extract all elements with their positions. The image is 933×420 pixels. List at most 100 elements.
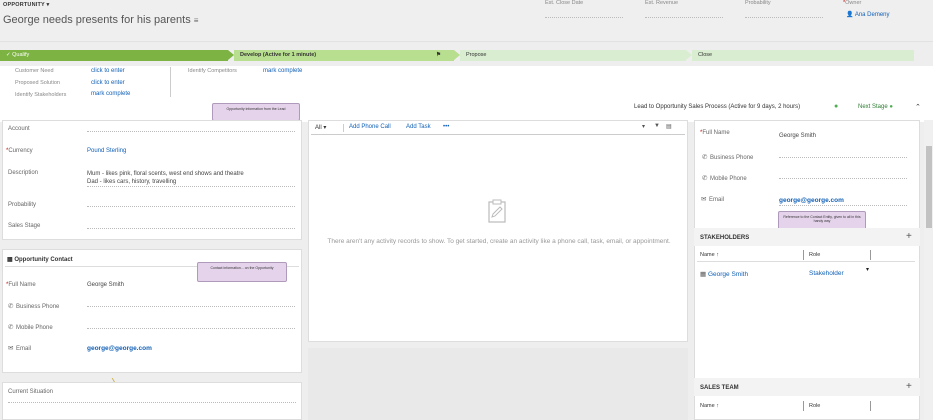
description-field[interactable]: Mum - likes pink, floral scents, west en… — [87, 170, 244, 186]
divider — [803, 250, 804, 260]
customer-need-input[interactable]: click to enter — [91, 68, 125, 74]
divider — [87, 186, 295, 187]
field-label: ✉ Email — [701, 196, 725, 203]
notes-area — [308, 348, 688, 420]
divider — [697, 261, 915, 262]
current-situation-section — [2, 382, 302, 420]
column-header-name[interactable]: Name ↑ — [700, 403, 719, 409]
add-phone-call-button[interactable]: Add Phone Call — [349, 124, 391, 130]
phone-icon: ✆ — [702, 175, 708, 182]
field-label: ✆ Business Phone — [8, 303, 60, 310]
next-stage-button[interactable]: Next Stage ● — [858, 104, 893, 110]
scrollbar-thumb[interactable] — [926, 146, 932, 228]
phone-icon: ✆ — [8, 303, 14, 310]
section-icon: ▦ — [7, 257, 13, 263]
stage-propose[interactable]: Propose — [460, 50, 686, 61]
probability-field[interactable] — [87, 206, 295, 207]
field-label: Sales Stage — [8, 223, 41, 229]
sales-team-title: SALES TEAM — [700, 385, 739, 391]
field-label: *Full Name — [6, 282, 36, 288]
more-commands-button[interactable]: ••• — [443, 124, 449, 130]
grid-icon[interactable]: ▤ — [666, 123, 672, 130]
business-phone-field[interactable] — [87, 306, 295, 307]
stakeholders-title: STAKEHOLDERS — [700, 235, 750, 241]
identify-competitors-toggle[interactable]: mark complete — [263, 68, 302, 74]
clipboard-icon — [488, 199, 506, 223]
step-label: Proposed Solution — [15, 80, 60, 86]
divider — [311, 134, 685, 135]
divider — [170, 67, 171, 97]
form-menu-icon[interactable]: ≡ — [194, 16, 199, 25]
divider — [803, 401, 804, 411]
divider — [870, 401, 871, 411]
contact-email-link[interactable]: george@george.com — [779, 197, 844, 204]
column-header-name[interactable]: Name ↑ — [700, 252, 719, 258]
user-icon: 👤 — [846, 12, 854, 18]
add-stakeholder-button[interactable]: + — [906, 231, 912, 242]
contact-business-phone[interactable] — [779, 157, 907, 158]
entity-type-selector[interactable]: OPPORTUNITY ▾ — [3, 2, 50, 8]
step-label: Customer Need — [15, 68, 54, 74]
sales-stage-field[interactable] — [87, 228, 295, 229]
field-label: *Full Name — [700, 130, 730, 136]
email-link[interactable]: george@george.com — [87, 345, 152, 352]
flag-icon: ⚑ — [436, 52, 441, 58]
empty-activities-message: There aren't any activity records to sho… — [327, 238, 671, 245]
field-label: Description — [8, 170, 39, 176]
page-title: George needs presents for his parents ≡ — [3, 14, 199, 26]
activities-section — [308, 120, 688, 342]
next-icon: ● — [889, 104, 893, 110]
add-team-member-button[interactable]: + — [906, 381, 912, 392]
current-situation-field[interactable] — [8, 402, 296, 403]
section-title: ▦ Opportunity Contact — [7, 257, 73, 263]
annotation-callout: Opportunity information from the Lead — [212, 103, 300, 121]
field-label: Current Situation — [8, 389, 54, 395]
currency-link[interactable]: Pound Sterling — [87, 148, 126, 154]
filter-icon[interactable]: ▼ — [654, 123, 660, 129]
probability-header-field[interactable]: Probability — [745, 0, 825, 24]
full-name-field[interactable]: George Smith — [87, 282, 124, 288]
divider — [343, 124, 344, 132]
contact-mobile-phone[interactable] — [779, 178, 907, 179]
phone-icon: ✆ — [702, 154, 708, 161]
email-icon: ✉ — [8, 345, 14, 352]
row-dropdown-icon[interactable]: ▾ — [866, 266, 869, 273]
stage-qualify[interactable]: ✓ Qualify — [0, 50, 228, 61]
divider — [870, 250, 871, 260]
mobile-phone-field[interactable] — [87, 328, 295, 329]
stakeholder-row[interactable]: ▦ George Smith — [700, 270, 748, 278]
phone-icon: ✆ — [8, 324, 14, 331]
field-label: Account — [8, 126, 30, 132]
owner-link[interactable]: Ana Demeny — [855, 12, 890, 18]
stage-close[interactable]: Close — [692, 50, 914, 61]
field-label: ✆ Mobile Phone — [8, 324, 53, 331]
est-revenue-field[interactable]: Est. Revenue — [645, 0, 725, 24]
add-task-button[interactable]: Add Task — [406, 124, 431, 130]
collapse-icon[interactable]: ⌃ — [915, 103, 921, 111]
stage-develop[interactable]: Develop (Active for 1 minute) ⚑ — [234, 50, 454, 61]
proposed-solution-input[interactable]: click to enter — [91, 80, 125, 86]
back-stage-icon[interactable]: ● — [834, 103, 838, 110]
field-label: *Currency — [6, 148, 33, 154]
contact-full-name[interactable]: George Smith — [779, 133, 816, 139]
email-icon: ✉ — [701, 196, 707, 203]
divider — [779, 205, 907, 206]
field-label: ✆ Business Phone — [702, 154, 754, 161]
activity-filter[interactable]: All ▾ — [315, 124, 326, 131]
owner-field: *Owner 👤 Ana Demeny — [843, 0, 890, 18]
field-label: ✆ Mobile Phone — [702, 175, 747, 182]
process-bar: ✓ Qualify Develop (Active for 1 minute) … — [0, 50, 914, 61]
annotation-callout: Contact information... on the Opportunit… — [197, 262, 287, 282]
column-header-role[interactable]: Role — [809, 403, 820, 409]
account-field[interactable] — [87, 131, 295, 132]
step-label: Identify Competitors — [188, 68, 237, 74]
contact-card-icon: ▦ — [700, 271, 707, 278]
field-label: ✉ Email — [8, 345, 32, 352]
column-header-role[interactable]: Role — [809, 252, 820, 258]
identify-stakeholders-toggle[interactable]: mark complete — [91, 91, 130, 97]
field-label: Probability — [8, 202, 37, 208]
est-close-date-field[interactable]: Est. Close Date — [545, 0, 625, 24]
process-steps — [0, 66, 933, 122]
stakeholder-role[interactable]: Stakeholder — [809, 270, 844, 277]
dropdown-icon[interactable]: ▾ — [642, 123, 645, 130]
